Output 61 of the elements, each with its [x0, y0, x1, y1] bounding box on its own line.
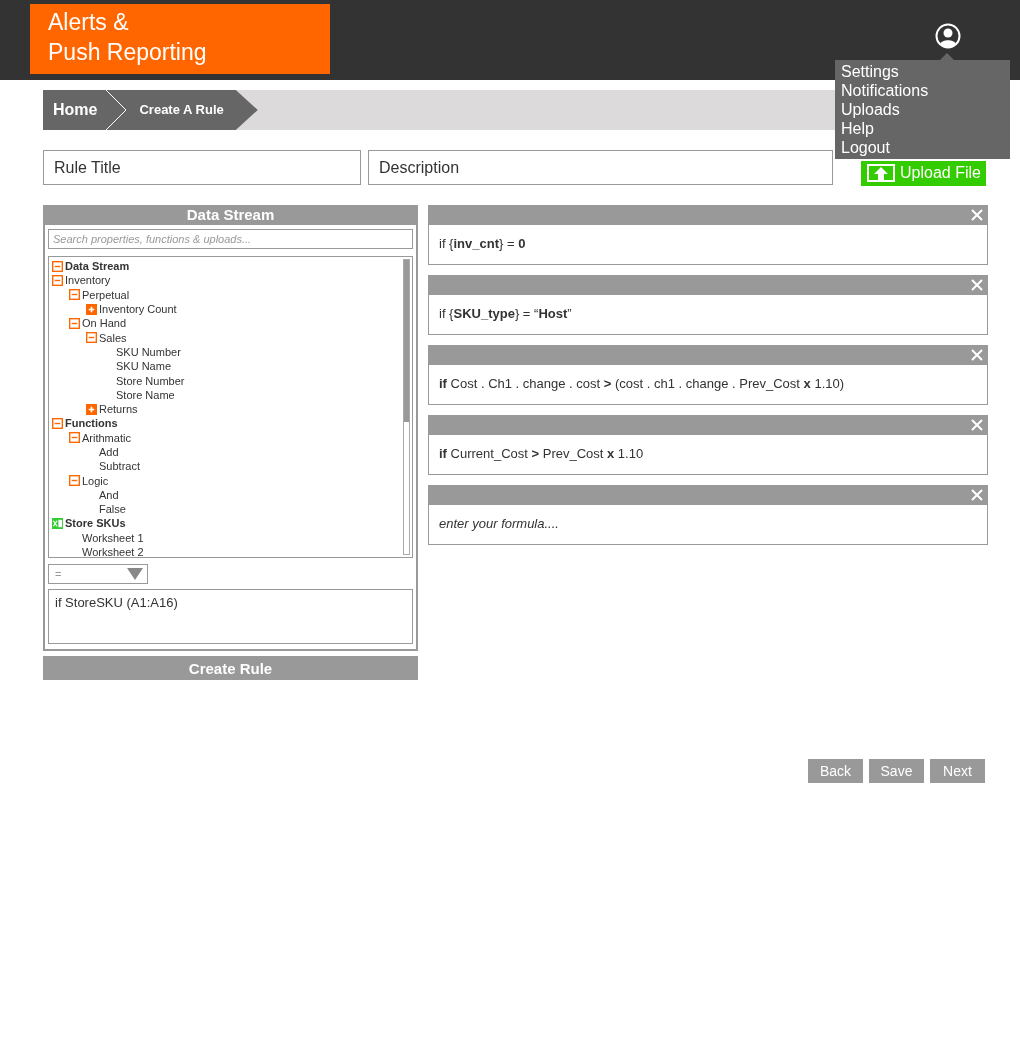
formula-field[interactable]: enter your formula.... — [428, 505, 988, 545]
description-field[interactable]: Description — [368, 150, 833, 185]
upload-icon — [867, 164, 895, 182]
tree-item[interactable]: On Hand — [82, 317, 127, 330]
menu-item[interactable]: Uploads — [841, 100, 900, 119]
close-icon[interactable] — [971, 209, 983, 221]
close-icon[interactable] — [971, 489, 983, 501]
expand-icon[interactable] — [86, 403, 97, 415]
collapse-icon[interactable] — [52, 417, 63, 429]
collapse-icon[interactable] — [52, 260, 63, 272]
close-icon[interactable] — [971, 349, 983, 361]
tree-item[interactable]: Worksheet 2 — [82, 546, 144, 557]
tree-item[interactable]: Inventory — [65, 274, 111, 287]
tree-item[interactable]: SKU Name — [116, 360, 172, 373]
expand-icon[interactable] — [86, 303, 97, 315]
formula-field[interactable]: if Cost . Ch1 . change . cost > (cost . ch1 . change . Prev_Cost x 1.10) — [428, 365, 988, 405]
collapse-icon[interactable] — [86, 332, 97, 344]
rule-title-field[interactable]: Rule Title — [43, 150, 361, 185]
collapse-icon[interactable] — [69, 432, 80, 444]
formula-field[interactable]: if StoreSKU (A1:A16) — [48, 589, 413, 644]
menu-item[interactable]: Logout — [841, 138, 890, 157]
tree-item[interactable]: Functions — [65, 417, 118, 430]
scrollbar[interactable] — [403, 259, 410, 555]
formula-field[interactable]: if {SKU_type} = “Host” — [428, 295, 988, 335]
formula-field[interactable]: if {inv_cnt} = 0 — [428, 225, 988, 265]
collapse-icon[interactable] — [52, 274, 63, 286]
tree-item[interactable]: Inventory Count — [99, 303, 177, 316]
tree-item[interactable]: SKU Number — [116, 345, 181, 358]
tree-item[interactable]: Logic — [82, 474, 109, 487]
formula-field[interactable]: if Current_Cost > Prev_Cost x 1.10 — [428, 435, 988, 475]
collapse-icon[interactable] — [69, 317, 80, 329]
tree-item[interactable]: False — [99, 503, 126, 516]
menu-item[interactable]: Notifications — [841, 81, 929, 100]
tree-item[interactable]: Store Name — [116, 388, 175, 401]
panel-title: Data Stream — [45, 205, 416, 225]
close-icon[interactable] — [971, 279, 983, 291]
menu-item[interactable]: Settings — [841, 62, 899, 81]
tree-item[interactable]: Returns — [99, 403, 138, 416]
tree-item[interactable]: Store SKUs — [65, 517, 126, 530]
caret-icon — [127, 568, 143, 580]
tree-item[interactable]: Sales — [99, 331, 127, 344]
app-title: Alerts & — [48, 8, 130, 37]
user-icon[interactable] — [935, 23, 961, 49]
breadcrumb-link[interactable]: Create A Rule — [135, 90, 228, 130]
collapse-icon[interactable] — [69, 289, 80, 301]
collapse-icon[interactable] — [69, 475, 80, 487]
tree-item[interactable]: And — [99, 488, 119, 501]
tree-item[interactable]: Perpetual — [82, 288, 130, 301]
tree-item[interactable]: Add — [99, 446, 119, 458]
tree-item[interactable]: Worksheet 1 — [82, 531, 144, 544]
tree-item[interactable]: Arithmatic — [82, 431, 131, 444]
tree-item[interactable]: Subtract — [99, 460, 140, 473]
spreadsheet-icon — [52, 518, 63, 529]
chevron-icon — [105, 90, 128, 130]
close-icon[interactable] — [971, 419, 983, 431]
search-field[interactable]: Search properties, functions & uploads... — [48, 229, 413, 249]
tree-item[interactable]: Store Number — [116, 374, 185, 387]
menu-item[interactable]: Help — [841, 119, 874, 138]
tree-item[interactable]: Data Stream — [65, 260, 130, 273]
app-title: Push Reporting — [48, 38, 208, 67]
breadcrumb-link[interactable]: Home — [43, 90, 102, 130]
